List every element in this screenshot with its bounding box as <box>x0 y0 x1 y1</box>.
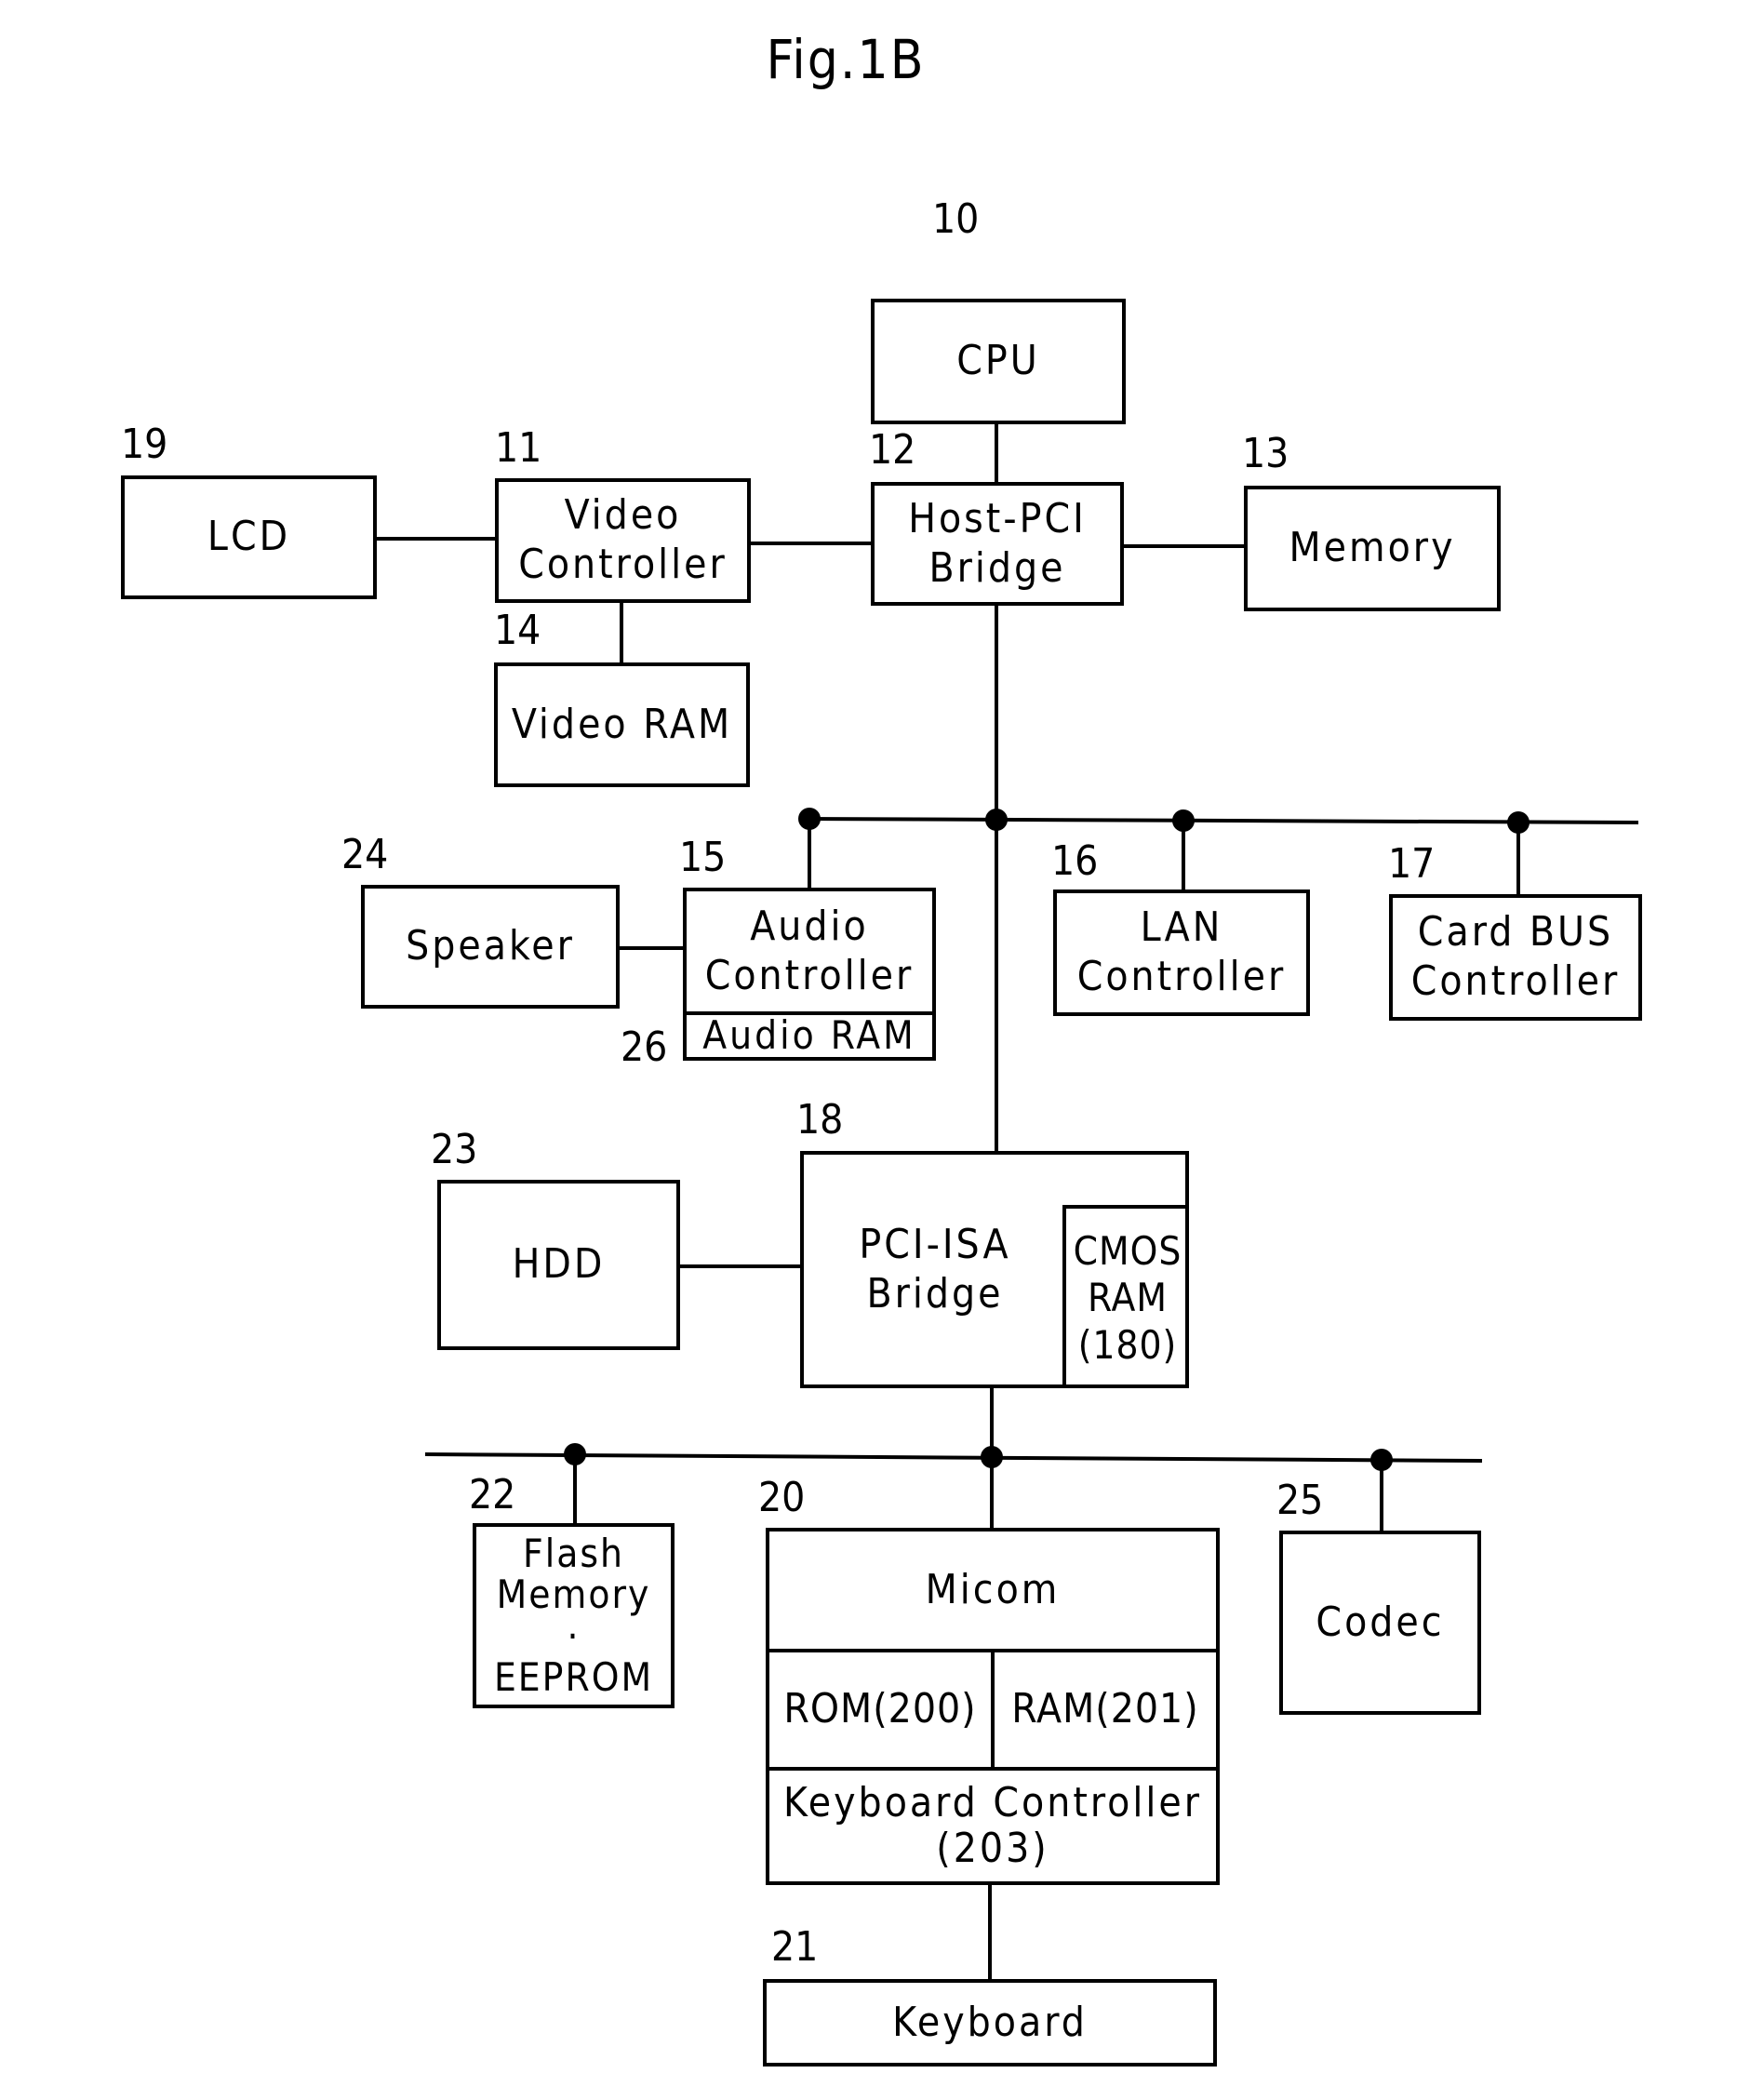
ref-host-pci-bridge: 12 <box>869 426 916 474</box>
ref-speaker: 24 <box>341 831 389 878</box>
ref-codec: 25 <box>1276 1477 1324 1524</box>
ref-pci-isa-bridge: 18 <box>796 1096 844 1144</box>
ref-memory: 13 <box>1242 430 1289 477</box>
pci-isa-bridge-label: PCI-ISA Bridge <box>859 1220 1011 1318</box>
card-bus-controller-block: Card BUS Controller <box>1389 894 1642 1021</box>
ref-card-bus-controller: 17 <box>1388 840 1436 888</box>
audio-ram-block: Audio RAM <box>687 1011 932 1058</box>
ram-block: RAM(201) <box>995 1649 1216 1767</box>
flash-memory-eeprom-block: Flash Memory · EEPROM <box>473 1523 675 1708</box>
micom-label: Micom <box>925 1565 1061 1613</box>
host-pci-bridge-block: Host-PCI Bridge <box>871 482 1124 606</box>
bus-junction-dot <box>1370 1449 1393 1471</box>
keyboard-controller-block: Keyboard Controller (203) <box>769 1767 1216 1881</box>
lcd-block: LCD <box>121 475 377 599</box>
lan-controller-block: LAN Controller <box>1053 889 1310 1016</box>
cmos-ram-block: CMOS RAM (180) <box>1062 1205 1189 1388</box>
bus-junction-dot <box>1172 809 1195 832</box>
ref-lcd: 19 <box>121 421 168 468</box>
ref-flash-memory: 22 <box>469 1471 516 1518</box>
cpu-block: CPU <box>871 299 1126 424</box>
ref-audio-controller: 15 <box>679 834 727 881</box>
pci-isa-bridge-block: PCI-ISA Bridge CMOS RAM (180) <box>800 1151 1189 1388</box>
video-ram-block: Video RAM <box>494 662 750 787</box>
ref-keyboard: 21 <box>771 1923 819 1971</box>
bus-junction-dot <box>798 808 821 830</box>
memory-block: Memory <box>1244 486 1501 611</box>
ref-micom: 20 <box>758 1474 806 1521</box>
keyboard-block: Keyboard <box>763 1979 1217 2067</box>
micom-block: Micom ROM(200) RAM(201) Keyboard Control… <box>766 1528 1220 1885</box>
ref-video-controller: 11 <box>495 424 542 472</box>
codec-block: Codec <box>1279 1531 1481 1715</box>
bus-junction-dot <box>1507 811 1530 834</box>
bus-junction-dot <box>981 1446 1003 1468</box>
video-controller-block: Video Controller <box>495 478 751 603</box>
hdd-block: HDD <box>437 1180 680 1350</box>
bus-junction-dot <box>564 1443 586 1465</box>
audio-controller-label: Audio Controller <box>704 902 915 999</box>
ref-cpu: 10 <box>932 195 980 243</box>
audio-controller-block: Audio Controller Audio RAM <box>683 888 936 1061</box>
ref-video-ram: 14 <box>494 607 541 654</box>
bus-junction-dot <box>985 809 1008 831</box>
ref-lan-controller: 16 <box>1051 837 1099 885</box>
ref-audio-ram: 26 <box>621 1023 668 1071</box>
speaker-block: Speaker <box>361 885 620 1009</box>
ref-hdd: 23 <box>431 1126 478 1173</box>
rom-block: ROM(200) <box>769 1649 995 1767</box>
